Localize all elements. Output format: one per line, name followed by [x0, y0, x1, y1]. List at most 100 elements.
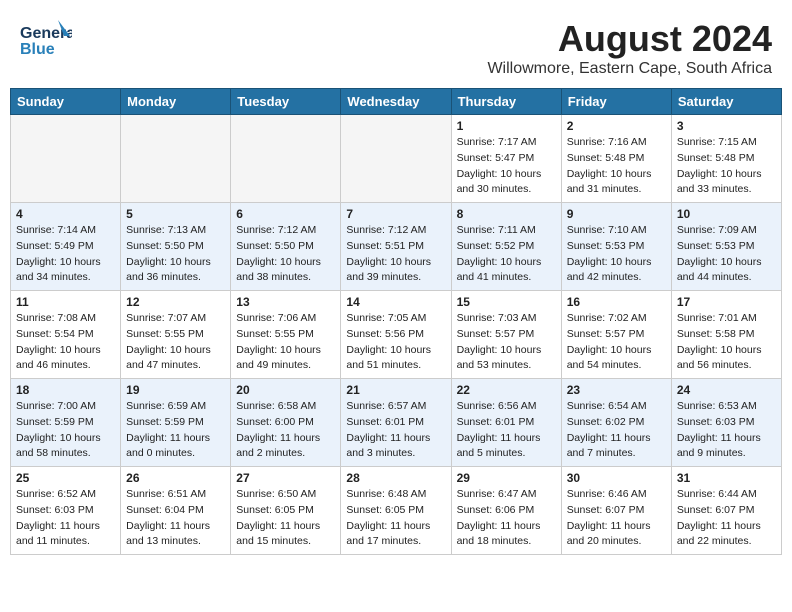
logo-icon: General Blue	[20, 18, 72, 62]
day-info: Sunrise: 6:57 AM Sunset: 6:01 PM Dayligh…	[346, 399, 445, 462]
calendar-cell: 11 Sunrise: 7:08 AM Sunset: 5:54 PM Dayli…	[11, 291, 121, 379]
calendar-cell: 28Sunrise: 6:48 AM Sunset: 6:05 PM Dayli…	[341, 467, 451, 555]
day-header-friday: Friday	[561, 89, 671, 115]
day-number: 18	[16, 383, 115, 397]
day-info: Sunrise: 6:53 AM Sunset: 6:03 PM Dayligh…	[677, 399, 776, 462]
calendar-header-row: SundayMondayTuesdayWednesdayThursdayFrid…	[11, 89, 782, 115]
calendar-cell: 24 Sunrise: 6:53 AM Sunset: 6:03 PM Dayli…	[671, 379, 781, 467]
day-info: Sunrise: 7:12 AM Sunset: 5:51 PM Dayligh…	[346, 223, 445, 286]
day-header-thursday: Thursday	[451, 89, 561, 115]
svg-text:Blue: Blue	[20, 41, 55, 58]
calendar-cell: 1 Sunrise: 7:17 AM Sunset: 5:47 PM Daylig…	[451, 115, 561, 203]
logo: General Blue	[20, 18, 72, 62]
day-header-sunday: Sunday	[11, 89, 121, 115]
day-number: 10	[677, 207, 776, 221]
calendar-cell: 9Sunrise: 7:10 AM Sunset: 5:53 PM Daylig…	[561, 203, 671, 291]
calendar-cell: 6 Sunrise: 7:12 AM Sunset: 5:50 PM Daylig…	[231, 203, 341, 291]
day-info: Sunrise: 7:16 AM Sunset: 5:48 PM Dayligh…	[567, 135, 666, 198]
calendar-cell: 15 Sunrise: 7:03 AM Sunset: 5:57 PM Dayli…	[451, 291, 561, 379]
calendar-cell: 27Sunrise: 6:50 AM Sunset: 6:05 PM Dayli…	[231, 467, 341, 555]
calendar-cell: 4 Sunrise: 7:14 AM Sunset: 5:49 PM Daylig…	[11, 203, 121, 291]
calendar-cell: 14 Sunrise: 7:05 AM Sunset: 5:56 PM Dayli…	[341, 291, 451, 379]
day-number: 13	[236, 295, 335, 309]
day-info: Sunrise: 7:00 AM Sunset: 5:59 PM Dayligh…	[16, 399, 115, 462]
day-info: Sunrise: 7:03 AM Sunset: 5:57 PM Dayligh…	[457, 311, 556, 374]
day-info: Sunrise: 6:46 AM Sunset: 6:07 PM Dayligh…	[567, 487, 666, 550]
day-info: Sunrise: 7:08 AM Sunset: 5:54 PM Dayligh…	[16, 311, 115, 374]
day-number: 15	[457, 295, 556, 309]
day-number: 30	[567, 471, 666, 485]
calendar-cell	[11, 115, 121, 203]
calendar-cell: 17Sunrise: 7:01 AM Sunset: 5:58 PM Dayli…	[671, 291, 781, 379]
calendar-cell: 31 Sunrise: 6:44 AM Sunset: 6:07 PM Dayli…	[671, 467, 781, 555]
day-info: Sunrise: 6:44 AM Sunset: 6:07 PM Dayligh…	[677, 487, 776, 550]
day-number: 23	[567, 383, 666, 397]
page-header: General Blue August 2024 Willowmore, Eas…	[10, 10, 782, 82]
day-info: Sunrise: 7:05 AM Sunset: 5:56 PM Dayligh…	[346, 311, 445, 374]
calendar-cell: 22 Sunrise: 6:56 AM Sunset: 6:01 PM Dayli…	[451, 379, 561, 467]
day-info: Sunrise: 7:14 AM Sunset: 5:49 PM Dayligh…	[16, 223, 115, 286]
day-info: Sunrise: 7:11 AM Sunset: 5:52 PM Dayligh…	[457, 223, 556, 286]
day-info: Sunrise: 6:56 AM Sunset: 6:01 PM Dayligh…	[457, 399, 556, 462]
day-number: 28	[346, 471, 445, 485]
day-info: Sunrise: 6:51 AM Sunset: 6:04 PM Dayligh…	[126, 487, 225, 550]
day-number: 24	[677, 383, 776, 397]
calendar-week-4: 18 Sunrise: 7:00 AM Sunset: 5:59 PM Dayli…	[11, 379, 782, 467]
day-number: 21	[346, 383, 445, 397]
calendar-cell: 8 Sunrise: 7:11 AM Sunset: 5:52 PM Daylig…	[451, 203, 561, 291]
day-number: 17	[677, 295, 776, 309]
calendar-cell	[121, 115, 231, 203]
calendar-cell	[231, 115, 341, 203]
day-info: Sunrise: 6:58 AM Sunset: 6:00 PM Dayligh…	[236, 399, 335, 462]
calendar-week-2: 4 Sunrise: 7:14 AM Sunset: 5:49 PM Daylig…	[11, 203, 782, 291]
day-info: Sunrise: 7:07 AM Sunset: 5:55 PM Dayligh…	[126, 311, 225, 374]
calendar-cell: 3 Sunrise: 7:15 AM Sunset: 5:48 PM Daylig…	[671, 115, 781, 203]
day-number: 9	[567, 207, 666, 221]
calendar-cell: 23Sunrise: 6:54 AM Sunset: 6:02 PM Dayli…	[561, 379, 671, 467]
calendar-cell: 2 Sunrise: 7:16 AM Sunset: 5:48 PM Daylig…	[561, 115, 671, 203]
day-header-wednesday: Wednesday	[341, 89, 451, 115]
location: Willowmore, Eastern Cape, South Africa	[487, 60, 772, 78]
day-info: Sunrise: 7:02 AM Sunset: 5:57 PM Dayligh…	[567, 311, 666, 374]
day-number: 12	[126, 295, 225, 309]
day-number: 3	[677, 119, 776, 133]
day-number: 22	[457, 383, 556, 397]
day-info: Sunrise: 6:47 AM Sunset: 6:06 PM Dayligh…	[457, 487, 556, 550]
month-title: August 2024	[487, 18, 772, 60]
calendar-cell: 20Sunrise: 6:58 AM Sunset: 6:00 PM Dayli…	[231, 379, 341, 467]
day-number: 25	[16, 471, 115, 485]
calendar-table: SundayMondayTuesdayWednesdayThursdayFrid…	[10, 88, 782, 555]
calendar-cell: 18 Sunrise: 7:00 AM Sunset: 5:59 PM Dayli…	[11, 379, 121, 467]
day-number: 8	[457, 207, 556, 221]
day-info: Sunrise: 7:17 AM Sunset: 5:47 PM Dayligh…	[457, 135, 556, 198]
day-number: 1	[457, 119, 556, 133]
day-number: 5	[126, 207, 225, 221]
calendar-week-5: 25 Sunrise: 6:52 AM Sunset: 6:03 PM Dayli…	[11, 467, 782, 555]
day-info: Sunrise: 7:09 AM Sunset: 5:53 PM Dayligh…	[677, 223, 776, 286]
calendar-cell: 25 Sunrise: 6:52 AM Sunset: 6:03 PM Dayli…	[11, 467, 121, 555]
day-info: Sunrise: 7:12 AM Sunset: 5:50 PM Dayligh…	[236, 223, 335, 286]
calendar-cell: 5Sunrise: 7:13 AM Sunset: 5:50 PM Daylig…	[121, 203, 231, 291]
day-info: Sunrise: 6:50 AM Sunset: 6:05 PM Dayligh…	[236, 487, 335, 550]
day-header-tuesday: Tuesday	[231, 89, 341, 115]
day-number: 14	[346, 295, 445, 309]
calendar-week-3: 11 Sunrise: 7:08 AM Sunset: 5:54 PM Dayli…	[11, 291, 782, 379]
calendar-cell: 30 Sunrise: 6:46 AM Sunset: 6:07 PM Dayli…	[561, 467, 671, 555]
calendar-cell	[341, 115, 451, 203]
calendar-cell: 7 Sunrise: 7:12 AM Sunset: 5:51 PM Daylig…	[341, 203, 451, 291]
day-number: 2	[567, 119, 666, 133]
day-number: 26	[126, 471, 225, 485]
day-info: Sunrise: 6:59 AM Sunset: 5:59 PM Dayligh…	[126, 399, 225, 462]
day-info: Sunrise: 7:15 AM Sunset: 5:48 PM Dayligh…	[677, 135, 776, 198]
day-number: 19	[126, 383, 225, 397]
day-number: 4	[16, 207, 115, 221]
day-number: 29	[457, 471, 556, 485]
day-number: 11	[16, 295, 115, 309]
calendar-cell: 13Sunrise: 7:06 AM Sunset: 5:55 PM Dayli…	[231, 291, 341, 379]
day-info: Sunrise: 6:52 AM Sunset: 6:03 PM Dayligh…	[16, 487, 115, 550]
calendar-week-1: 1 Sunrise: 7:17 AM Sunset: 5:47 PM Daylig…	[11, 115, 782, 203]
day-number: 31	[677, 471, 776, 485]
calendar-cell: 19 Sunrise: 6:59 AM Sunset: 5:59 PM Dayli…	[121, 379, 231, 467]
day-number: 7	[346, 207, 445, 221]
day-number: 6	[236, 207, 335, 221]
